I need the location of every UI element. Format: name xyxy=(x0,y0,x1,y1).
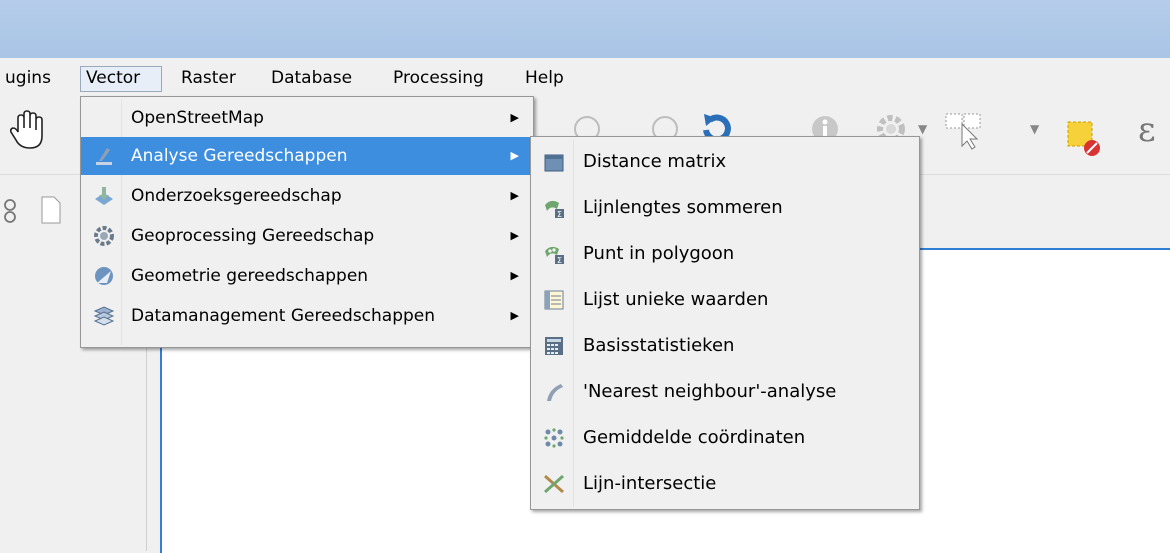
menu-plugins[interactable]: ugins xyxy=(0,66,56,92)
submenu-arrow-icon: ▶ xyxy=(510,189,519,202)
menu-vector[interactable]: Vector xyxy=(80,66,162,92)
distance-matrix-icon xyxy=(544,154,564,172)
menu-raster[interactable]: Raster xyxy=(176,66,241,92)
unique-values-icon xyxy=(544,290,564,310)
menu-item-label: Lijnlengtes sommeren xyxy=(583,197,783,218)
submenu-item-basisstatistieken[interactable]: Basisstatistieken xyxy=(531,323,919,369)
submenu-arrow-icon: ▶ xyxy=(510,269,519,282)
copy-icon[interactable] xyxy=(40,195,64,225)
geoprocessing-icon xyxy=(94,226,114,246)
submenu-item-punt-in-polygoon[interactable]: Σ Punt in polygoon xyxy=(531,231,919,277)
menu-item-label: Geoprocessing Gereedschap xyxy=(131,226,375,246)
menu-item-label: Gemiddelde coördinaten xyxy=(583,427,806,448)
submenu-item-lijnlengtes-sommeren[interactable]: Σ Lijnlengtes sommeren xyxy=(531,185,919,231)
analysis-icon xyxy=(96,148,112,165)
menu-item-geometrie-gereedschappen[interactable]: Geometrie gereedschappen ▶ xyxy=(81,257,533,295)
mean-coordinates-icon xyxy=(544,428,564,448)
basic-statistics-icon xyxy=(545,337,563,355)
submenu-arrow-icon: ▶ xyxy=(510,309,519,322)
menu-item-label: Analyse Gereedschappen xyxy=(131,146,348,166)
menu-item-openstreetmap[interactable]: OpenStreetMap ▶ xyxy=(81,99,533,137)
submenu-item-lijst-unieke-waarden[interactable]: Lijst unieke waarden xyxy=(531,277,919,323)
dropdown-arrow-icon[interactable]: ▼ xyxy=(1030,122,1039,136)
svg-text:Σ: Σ xyxy=(557,256,562,265)
menu-item-onderzoeksgereedschap[interactable]: Onderzoeksgereedschap ▶ xyxy=(81,177,533,215)
submenu-item-nearest-neighbour-analyse[interactable]: 'Nearest neighbour'-analyse xyxy=(531,369,919,415)
submenu-arrow-icon: ▶ xyxy=(510,111,519,124)
menu-item-label: Punt in polygoon xyxy=(583,243,735,264)
menu-database[interactable]: Database xyxy=(266,66,357,92)
submenu-arrow-icon: ▶ xyxy=(510,149,519,162)
line-intersection-icon xyxy=(544,474,564,494)
geometry-icon xyxy=(95,267,113,285)
menu-item-label: OpenStreetMap xyxy=(131,108,264,128)
menu-item-label: Lijn-intersectie xyxy=(583,473,717,494)
sum-line-lengths-icon: Σ xyxy=(545,200,564,219)
menu-item-analyse-gereedschappen[interactable]: Analyse Gereedschappen ▶ xyxy=(81,137,533,175)
menubar: ugins Vector Raster Database Processing … xyxy=(0,58,1170,98)
nearest-neighbour-icon xyxy=(547,384,563,401)
datamanagement-icon xyxy=(93,306,115,326)
menu-item-geoprocessing-gereedschap[interactable]: Geoprocessing Gereedschap ▶ xyxy=(81,217,533,255)
deselect-icon[interactable] xyxy=(1064,118,1104,158)
research-icon xyxy=(95,187,113,205)
dropdown-arrow-icon[interactable]: ▼ xyxy=(918,122,927,136)
select-features-icon[interactable] xyxy=(944,110,988,150)
submenu-item-distance-matrix[interactable]: Distance matrix xyxy=(531,139,919,185)
submenu-item-lijn-intersectie[interactable]: Lijn-intersectie xyxy=(531,461,919,507)
scissors-icon[interactable] xyxy=(2,197,26,225)
analysis-submenu: Distance matrix Σ Lijnlengtes sommeren Σ… xyxy=(530,136,920,510)
menu-item-label: Basisstatistieken xyxy=(583,335,735,356)
menu-item-label: 'Nearest neighbour'-analyse xyxy=(583,381,837,402)
expression-icon[interactable]: ε xyxy=(1138,110,1156,150)
menu-item-datamanagement-gereedschappen[interactable]: Datamanagement Gereedschappen ▶ xyxy=(81,297,533,335)
pan-hand-icon[interactable] xyxy=(8,110,44,150)
menu-processing[interactable]: Processing xyxy=(388,66,489,92)
menu-item-label: Datamanagement Gereedschappen xyxy=(131,306,436,326)
submenu-arrow-icon: ▶ xyxy=(510,229,519,242)
window-titlebar xyxy=(0,0,1170,58)
submenu-item-gemiddelde-coordinaten[interactable]: Gemiddelde coördinaten xyxy=(531,415,919,461)
menu-item-label: Lijst unieke waarden xyxy=(583,289,769,310)
svg-text:Σ: Σ xyxy=(557,210,562,219)
menu-item-label: Onderzoeksgereedschap xyxy=(131,186,342,206)
vector-menu: OpenStreetMap ▶ Analyse Gereedschappen ▶… xyxy=(80,96,534,348)
menu-item-label: Distance matrix xyxy=(583,151,727,172)
menu-help[interactable]: Help xyxy=(520,66,569,92)
point-in-polygon-icon: Σ xyxy=(545,246,564,265)
menu-item-label: Geometrie gereedschappen xyxy=(131,266,369,286)
